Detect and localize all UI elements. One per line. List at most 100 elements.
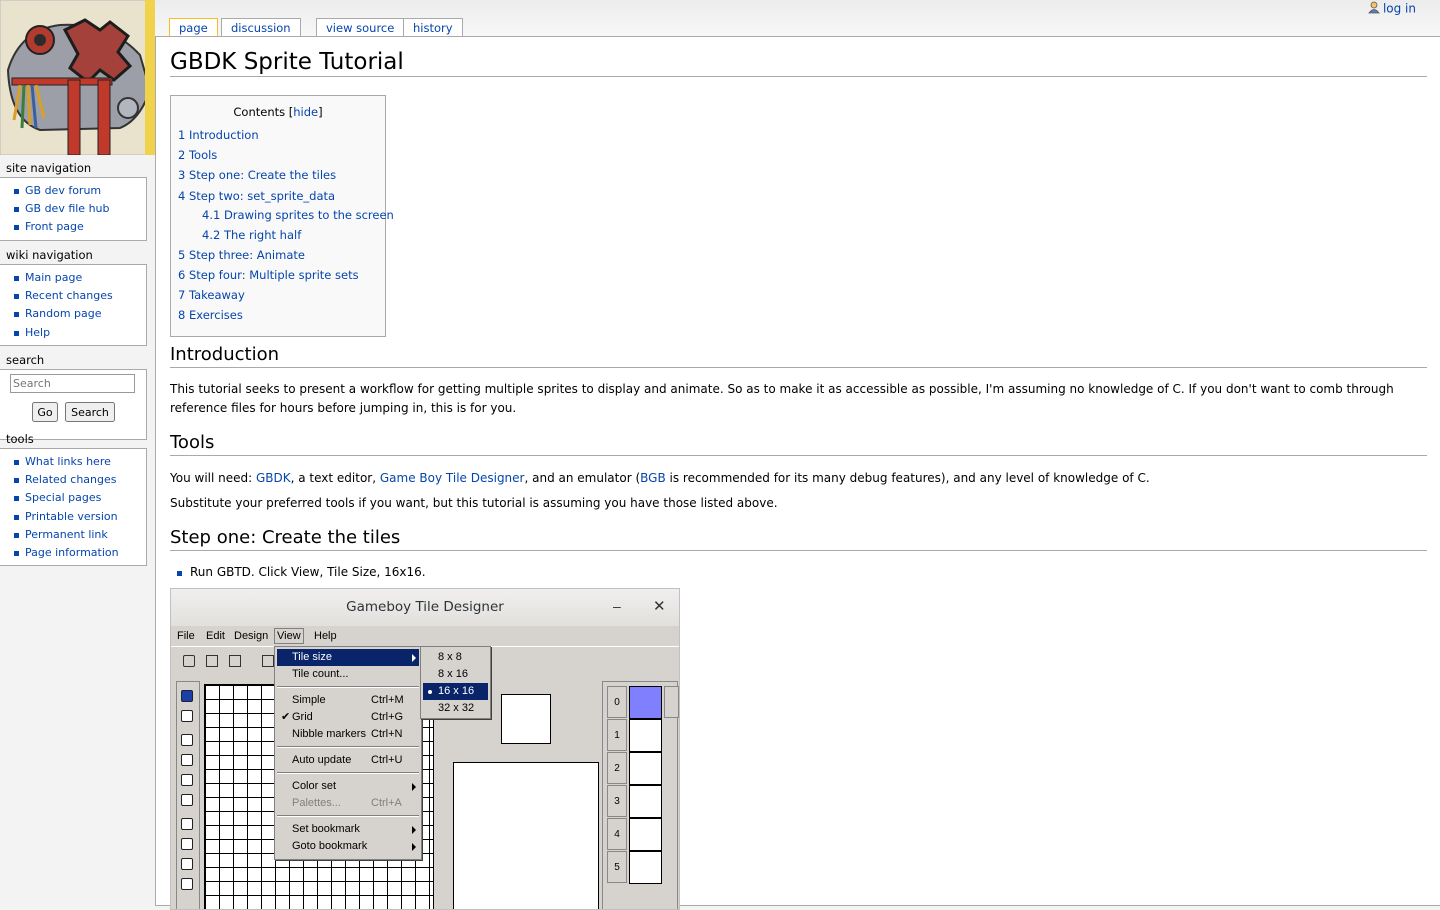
nav-gb-dev-file-hub[interactable]: GB dev file hub xyxy=(25,202,110,215)
toc-item-tools[interactable]: 2 Tools xyxy=(178,148,217,162)
text: is recommended for its many debug featur… xyxy=(665,471,1150,485)
search-input[interactable] xyxy=(10,374,135,393)
submenu-arrow-icon xyxy=(412,843,416,851)
submenu-arrow-icon xyxy=(412,654,416,662)
nav-front-page[interactable]: Front page xyxy=(25,220,84,233)
tab-history[interactable]: history xyxy=(403,18,463,37)
tools-portlet: tools What links here Related changes Sp… xyxy=(0,432,147,567)
tab-discussion[interactable]: discussion xyxy=(221,18,301,37)
menu-design: Design xyxy=(234,630,269,642)
tools-paragraph: You will need: GBDK, a text editor, Game… xyxy=(170,469,1420,488)
pen-icon xyxy=(181,690,193,702)
menu-item-nibble-markers: Nibble markers Ctrl+N xyxy=(277,726,419,743)
tool-related-changes[interactable]: Related changes xyxy=(25,473,117,486)
menu-item-label: Color set xyxy=(292,780,337,792)
section-heading-introduction: Introduction xyxy=(170,344,1427,368)
flip-vertical-icon xyxy=(181,838,193,850)
menu-separator xyxy=(277,746,419,748)
drawing-tools xyxy=(176,681,200,909)
toc-item-step-one[interactable]: 3 Step one: Create the tiles xyxy=(178,168,336,182)
tool-permanent-link[interactable]: Permanent link xyxy=(25,528,108,541)
tab-label: discussion xyxy=(231,21,291,35)
tool-special-pages[interactable]: Special pages xyxy=(25,491,101,504)
nav-main-page[interactable]: Main page xyxy=(25,271,82,284)
nav-help[interactable]: Help xyxy=(25,326,50,339)
toc-item-step-three[interactable]: 5 Step three: Animate xyxy=(178,248,305,262)
tool-what-links-here[interactable]: What links here xyxy=(25,455,111,468)
tool-page-information[interactable]: Page information xyxy=(25,546,119,559)
tab-label: view source xyxy=(326,21,395,35)
nav-gb-dev-forum[interactable]: GB dev forum xyxy=(25,184,101,197)
text: You will need: xyxy=(170,471,256,485)
window-title: Gameboy Tile Designer xyxy=(346,599,504,615)
save-icon xyxy=(206,655,218,667)
menu-item-set-bookmark: Set bookmark xyxy=(277,821,419,838)
rotate-icon xyxy=(181,858,193,870)
shortcut: Ctrl+G xyxy=(371,711,404,723)
text: , and an emulator ( xyxy=(524,471,641,485)
portlet-heading: site navigation xyxy=(6,161,92,175)
text: , a text editor, xyxy=(290,471,380,485)
submenu-arrow-icon xyxy=(412,826,416,834)
toc-item-introduction[interactable]: 1 Introduction xyxy=(178,128,259,142)
tab-label: history xyxy=(413,21,453,35)
tile-cell xyxy=(629,686,662,719)
gbdk-link[interactable]: GBDK xyxy=(256,471,291,485)
tile-cell xyxy=(629,785,662,818)
menu-view: View xyxy=(274,628,304,644)
minimize-icon: – xyxy=(613,598,621,614)
hand-icon xyxy=(181,710,193,722)
site-logo[interactable] xyxy=(0,0,156,156)
nav-random-page[interactable]: Random page xyxy=(25,307,102,320)
menu-file: File xyxy=(177,630,195,642)
portlet-heading: search xyxy=(6,353,45,367)
table-of-contents: Contents [hide] 1 Introduction 2 Tools 3… xyxy=(170,95,394,337)
tile-number: 4 xyxy=(607,818,627,850)
toc-item-right-half[interactable]: 4.2 The right half xyxy=(202,228,301,242)
menu-edit: Edit xyxy=(206,630,225,642)
size-label: 32 x 32 xyxy=(438,702,475,714)
shortcut: Ctrl+U xyxy=(371,754,403,766)
menu-item-label: Nibble markers xyxy=(292,728,366,740)
tile-row: 5 xyxy=(607,851,662,884)
tab-page[interactable]: page xyxy=(169,18,218,38)
toc-item-step-two[interactable]: 4 Step two: set_sprite_data xyxy=(178,189,335,203)
menu-item-label: Goto bookmark xyxy=(292,840,368,852)
menu-item-simple: Simple Ctrl+M xyxy=(277,692,419,709)
toc-item-step-four[interactable]: 6 Step four: Multiple sprite sets xyxy=(178,268,359,282)
gbtd-link[interactable]: Game Boy Tile Designer xyxy=(380,471,525,485)
shift-right-icon xyxy=(181,754,193,766)
size-32x32: 32 x 32 xyxy=(423,700,488,717)
nav-recent-changes[interactable]: Recent changes xyxy=(25,289,113,302)
portlet-heading: wiki navigation xyxy=(6,248,93,262)
tile-number: 2 xyxy=(607,752,627,784)
shift-up-icon xyxy=(181,734,193,746)
tile-cell xyxy=(629,818,662,851)
view-dropdown-menu: Tile size Tile count... Simple Ctrl+M ✔ Gr… xyxy=(274,646,422,860)
toc-item-exercises[interactable]: 8 Exercises xyxy=(178,308,243,322)
page-title: GBDK Sprite Tutorial xyxy=(170,49,1427,77)
menu-separator xyxy=(277,772,419,774)
toc-hide-link[interactable]: hide xyxy=(293,105,318,119)
go-button[interactable]: Go xyxy=(32,402,58,422)
tile-row: 2 xyxy=(607,752,662,785)
tile-size-submenu: 8 x 8 8 x 16 16 x 16 32 x 32 xyxy=(420,646,491,719)
menu-item-goto-bookmark: Goto bookmark xyxy=(277,838,419,855)
size-label: 8 x 8 xyxy=(438,651,462,663)
tile-row: 1 xyxy=(607,719,662,752)
menu-item-color-set: Color set xyxy=(277,778,419,795)
toc-item-drawing-sprites[interactable]: 4.1 Drawing sprites to the screen xyxy=(202,208,394,222)
tab-view-source[interactable]: view source xyxy=(316,18,405,37)
shortcut: Ctrl+N xyxy=(371,728,403,740)
bgb-link[interactable]: BGB xyxy=(640,471,666,485)
gbtd-screenshot: Gameboy Tile Designer – ✕ File Edit Desi… xyxy=(170,588,680,910)
open-icon xyxy=(183,655,195,667)
section-heading-step-one: Step one: Create the tiles xyxy=(170,527,1427,551)
toc-item-takeaway[interactable]: 7 Takeaway xyxy=(178,288,245,302)
search-button[interactable]: Search xyxy=(65,402,115,422)
login-link[interactable]: log in xyxy=(1383,2,1416,16)
shortcut: Ctrl+A xyxy=(371,797,402,809)
menu-item-label: Simple xyxy=(292,694,326,706)
tool-printable-version[interactable]: Printable version xyxy=(25,510,118,523)
search-portlet: search Go Search xyxy=(0,353,147,440)
